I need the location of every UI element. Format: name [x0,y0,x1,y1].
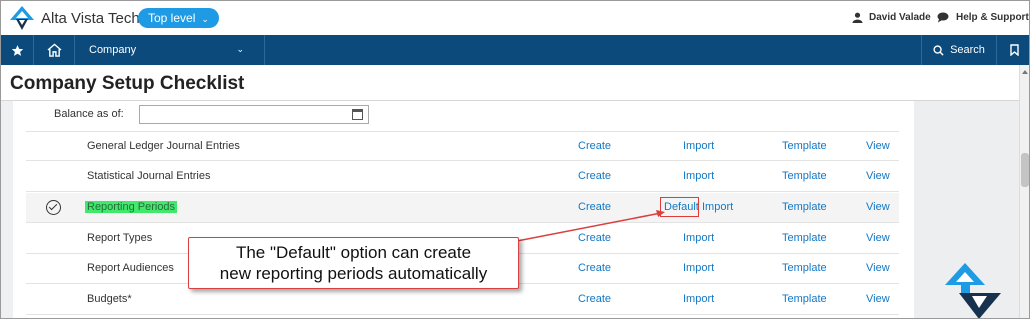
template-link[interactable]: Template [782,140,827,152]
user-icon [852,12,863,23]
completed-check-icon [46,200,61,215]
user-menu[interactable]: David Valade [852,12,931,23]
view-link[interactable]: View [866,201,890,213]
company-logo-icon[interactable] [9,5,35,31]
template-link[interactable]: Template [782,293,827,305]
checklist-row: Statistical Journal Entries Create Impor… [26,162,899,192]
search-button[interactable]: Search [921,35,997,65]
view-link[interactable]: View [866,262,890,274]
import-link[interactable]: Import [683,140,714,152]
balance-as-of-label: Balance as of: [54,108,124,120]
scrollbar-thumb[interactable] [1021,153,1029,187]
row-name: Reporting Periods [85,201,178,213]
callout-line-1: The "Default" option can create [235,243,472,262]
import-link[interactable]: Import [683,293,714,305]
create-link[interactable]: Create [578,232,611,244]
row-name: Report Audiences [87,262,174,274]
app-title: Alta Vista Tech [41,10,140,27]
chat-bubble-icon [937,12,949,23]
annotation-callout: The "Default" option can create new repo… [188,237,519,289]
search-label: Search [950,44,985,56]
create-link[interactable]: Create [578,262,611,274]
template-link[interactable]: Template [782,201,827,213]
view-link[interactable]: View [866,232,890,244]
checklist-row: General Ledger Journal Entries Create Im… [26,131,899,161]
create-link[interactable]: Create [578,201,611,213]
scroll-up-arrow-icon[interactable] [1022,70,1028,74]
page-header: Company Setup Checklist [1,65,1019,101]
main-nav-bar: Company ⌄ Search [1,35,1029,65]
entity-selector-button[interactable]: Top level ⌄ [138,8,219,28]
star-icon [11,44,23,56]
view-link[interactable]: View [866,293,890,305]
chevron-down-icon: ⌄ [201,14,209,24]
view-link[interactable]: View [866,140,890,152]
template-link[interactable]: Template [782,170,827,182]
import-link[interactable]: Import [683,170,714,182]
row-name: General Ledger Journal Entries [87,140,240,152]
entity-selector-label: Top level [148,11,196,25]
import-link[interactable]: Import [683,262,714,274]
checklist-row-reporting-periods: Reporting Periods Create Default Import … [26,193,899,223]
callout-line-2: new reporting periods automatically [219,264,488,283]
row-name: Budgets* [87,293,132,305]
create-link[interactable]: Create [578,140,611,152]
company-menu-label: Company [89,44,137,56]
vertical-scrollbar[interactable] [1019,65,1029,318]
top-bar: Alta Vista Tech Top level ⌄ David Valade … [1,1,1029,35]
balance-as-of-date-input[interactable] [139,105,369,124]
bookmark-icon [1009,44,1019,56]
template-link[interactable]: Template [782,232,827,244]
user-name: David Valade [869,12,931,23]
screenshot-frame: Alta Vista Tech Top level ⌄ David Valade … [0,0,1030,319]
row-name: Statistical Journal Entries [87,170,211,182]
import-link[interactable]: Import [683,232,714,244]
view-link[interactable]: View [866,170,890,182]
favorites-button[interactable] [1,35,34,65]
create-link[interactable]: Create [578,293,611,305]
template-link[interactable]: Template [782,262,827,274]
search-icon [933,44,944,56]
home-button[interactable] [34,35,75,65]
import-link[interactable]: Import [702,201,733,213]
calendar-icon[interactable] [352,109,363,120]
bookmark-button[interactable] [997,35,1029,65]
help-support-label: Help & Support [956,12,1029,23]
corner-logo-icon [945,263,1001,318]
help-support-link[interactable]: Help & Support [937,12,1029,23]
company-menu[interactable]: Company ⌄ [75,35,265,65]
chevron-down-icon: ⌄ [236,44,244,54]
row-name: Report Types [87,232,153,244]
home-icon [47,43,61,57]
create-link[interactable]: Create [578,170,611,182]
checklist-row: Budgets* Create Import Template View [26,285,899,315]
default-highlight-box [660,197,699,217]
page-title: Company Setup Checklist [10,73,245,94]
